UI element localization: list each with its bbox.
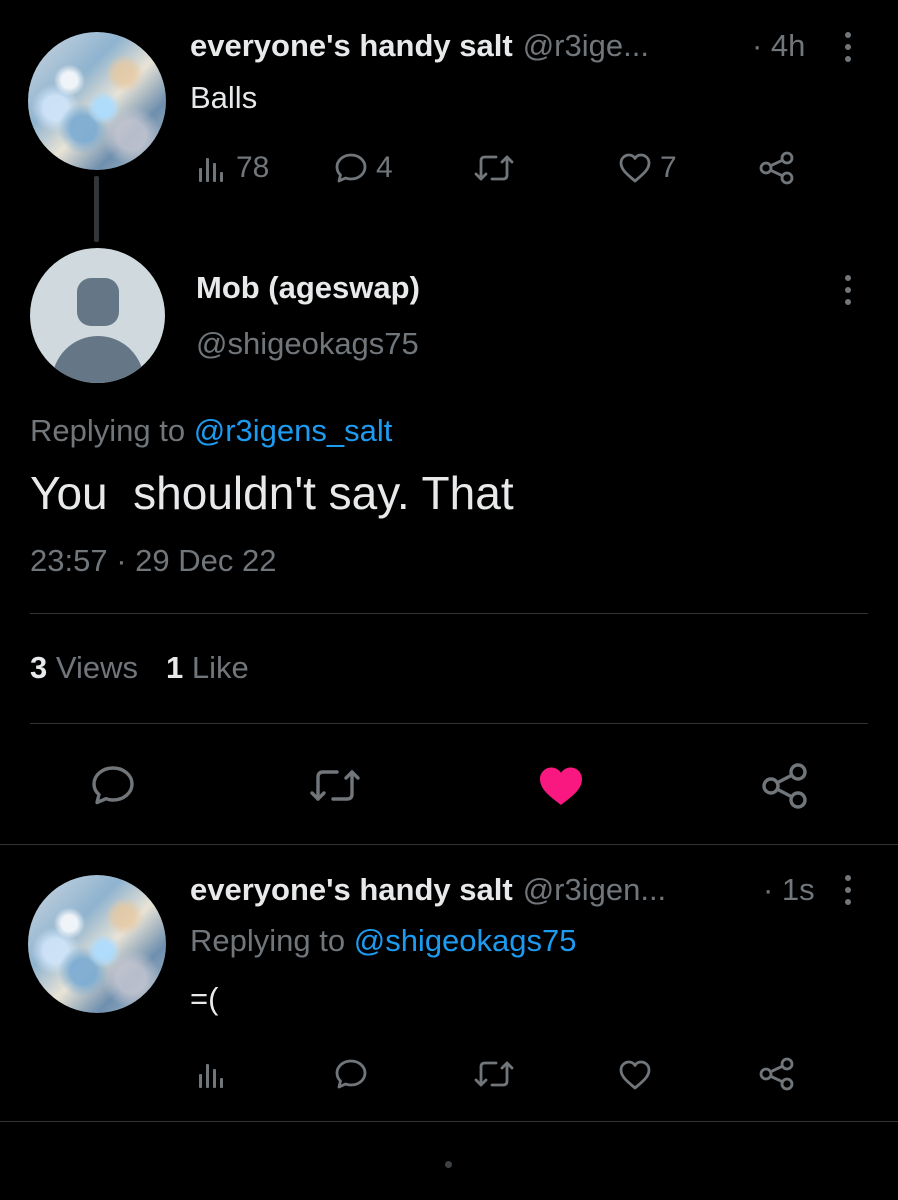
display-name[interactable]: everyone's handy salt — [190, 872, 513, 908]
handle[interactable]: @r3ige... — [523, 28, 649, 64]
timestamp[interactable]: · 4h — [752, 28, 805, 64]
tweet-text: Balls — [190, 80, 258, 115]
engagement-stats: 3 Views 1 Like — [30, 650, 249, 686]
tweet-header: everyone's handy salt @r3igen... — [190, 872, 666, 912]
avatar[interactable] — [28, 32, 166, 170]
display-name[interactable]: Mob (ageswap) — [196, 270, 420, 306]
retweet-icon — [474, 1061, 514, 1087]
replying-label: Replying to — [190, 923, 346, 958]
like-button[interactable] — [537, 764, 585, 808]
views-count: 3 — [30, 650, 48, 685]
replying-handle[interactable]: @shigeokags75 — [354, 923, 577, 958]
retweet-button[interactable] — [474, 150, 514, 186]
like-icon — [540, 767, 582, 805]
reply-button[interactable] — [334, 1056, 368, 1092]
more-icon[interactable] — [845, 275, 851, 305]
share-icon — [762, 763, 807, 809]
timestamp[interactable]: · 1s — [763, 872, 815, 908]
replying-to: Replying to @r3igens_salt — [30, 413, 392, 449]
divider — [0, 844, 898, 845]
display-name[interactable]: everyone's handy salt — [190, 28, 513, 64]
reply-icon — [335, 153, 367, 183]
divider — [30, 723, 868, 724]
like-button[interactable] — [618, 1057, 652, 1093]
handle[interactable]: @r3igen... — [523, 872, 666, 908]
share-icon — [759, 1057, 794, 1091]
reply-icon — [92, 766, 134, 805]
reply-icon — [335, 1059, 367, 1089]
like-button[interactable]: 7 — [618, 150, 677, 186]
avatar[interactable] — [30, 248, 165, 383]
views-button[interactable]: 78 — [196, 150, 269, 186]
views-label: Views — [55, 650, 139, 685]
likes-stat[interactable]: 1 Like — [166, 650, 249, 686]
avatar[interactable] — [28, 875, 166, 1013]
views-button[interactable] — [196, 1056, 228, 1092]
reply-count: 4 — [376, 151, 393, 184]
views-count: 78 — [236, 151, 270, 184]
tweet-header: everyone's handy salt @r3ige... — [190, 28, 649, 68]
like-count: 7 — [660, 151, 677, 184]
likes-label: Like — [191, 650, 249, 685]
like-icon — [619, 153, 651, 183]
loading-dot — [445, 1161, 452, 1168]
replying-handle[interactable]: @r3igens_salt — [194, 413, 393, 448]
views-icon — [199, 1064, 223, 1088]
retweet-icon — [310, 770, 360, 801]
replying-label: Replying to — [30, 413, 186, 448]
reply-button[interactable] — [90, 764, 136, 806]
tweet-timestamp[interactable]: 23:57 · 29 Dec 22 — [30, 543, 276, 579]
tweet-text: You shouldn't say. That — [30, 467, 514, 519]
share-button[interactable] — [760, 762, 810, 810]
retweet-button[interactable] — [474, 1056, 514, 1092]
tweet-text: =( — [190, 981, 219, 1016]
more-icon[interactable] — [845, 32, 851, 62]
views-icon — [199, 158, 223, 182]
reply-button[interactable]: 4 — [334, 150, 393, 186]
like-icon — [619, 1060, 651, 1090]
divider — [30, 613, 868, 614]
thread-line — [94, 176, 99, 242]
likes-count: 1 — [166, 650, 184, 685]
handle[interactable]: @shigeokags75 — [196, 326, 419, 362]
share-button[interactable] — [758, 150, 796, 186]
share-button[interactable] — [758, 1056, 796, 1092]
more-icon[interactable] — [845, 875, 851, 905]
share-icon — [759, 151, 794, 185]
views-stat[interactable]: 3 Views — [30, 650, 138, 686]
retweet-button[interactable] — [308, 764, 362, 806]
divider — [0, 1121, 898, 1122]
replying-to: Replying to @shigeokags75 — [190, 923, 577, 959]
retweet-icon — [474, 155, 514, 181]
